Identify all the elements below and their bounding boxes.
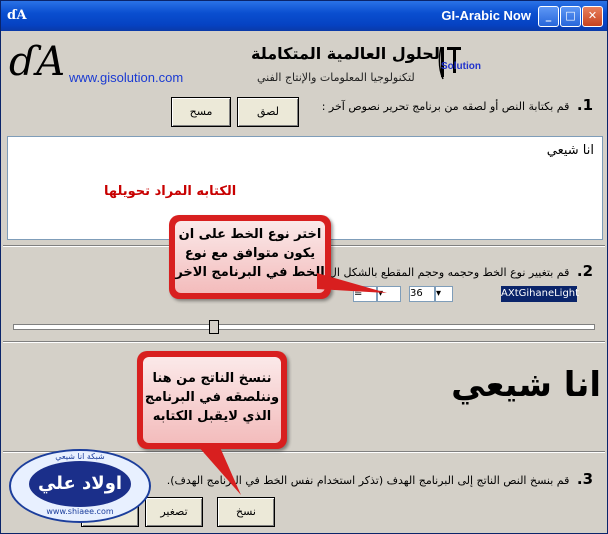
app-window: ɗA GI-Arabic Now _ □ ✕ ɗA www.gisolution… <box>0 0 608 534</box>
font-callout-pointer-icon <box>317 273 387 293</box>
slider-track <box>13 324 595 330</box>
app-icon: ɗA <box>7 8 27 23</box>
step1-instruction: 1. قم بكتابة النص أو لصقه من برنامج تحري… <box>322 96 593 114</box>
size-slider[interactable] <box>13 320 595 334</box>
output-preview: انا شيعي <box>451 365 601 405</box>
step1-number: 1. <box>576 96 593 114</box>
company-name: الحلول العالمية المتكاملة <box>251 44 446 63</box>
font-callout: اختر نوع الخط على ان يكون متوافق مع نوع … <box>169 215 331 299</box>
maximize-button[interactable]: □ <box>560 6 581 27</box>
step1-text: قم بكتابة النص أو لصقه من برنامج تحرير ن… <box>321 100 570 113</box>
close-button[interactable]: ✕ <box>582 6 603 27</box>
copy-callout-pointer-icon <box>197 445 241 495</box>
font-select[interactable]: AXtGihaneLight <box>501 286 579 302</box>
watermark-name: اولاد علي <box>29 461 131 507</box>
window-title: GI-Arabic Now <box>441 8 531 23</box>
size-dropdown-icon[interactable]: ▾ <box>435 286 453 302</box>
company-subtitle: لتكنولوجيا المعلومات والإنتاج الفني <box>257 71 415 84</box>
app-header: ɗA www.gisolution.com الحلول العالمية ال… <box>1 31 607 131</box>
copy-button[interactable]: نسخ <box>217 497 275 527</box>
copy-callout: ننسخ الناتج من هنا وننلصقه في البرنامج ا… <box>137 351 287 449</box>
paste-button[interactable]: لصق <box>237 97 299 127</box>
watermark-top: شبكة انا شيعي <box>55 452 105 461</box>
divider-2 <box>3 341 605 343</box>
gi-logo: ɗA <box>9 39 66 85</box>
slider-thumb[interactable] <box>209 320 219 334</box>
step2-number: 2. <box>576 262 593 280</box>
shrink-button[interactable]: تصغير <box>145 497 203 527</box>
minimize-button[interactable]: _ <box>538 6 559 27</box>
watermark-badge: شبكة انا شيعي اولاد علي www.shiaee.com <box>9 449 151 523</box>
solution-label: Solution <box>441 61 481 72</box>
clear-button[interactable]: مسح <box>171 97 231 127</box>
step3-number: 3. <box>576 470 593 488</box>
source-overlay-label: الكتابه المراد تحويلها <box>104 184 237 199</box>
source-text-value: انا شيعي <box>546 143 594 158</box>
font-callout-text: اختر نوع الخط على ان يكون متوافق مع نوع … <box>175 221 325 293</box>
size-value: 36 <box>410 288 423 299</box>
copy-callout-text: ننسخ الناتج من هنا وننلصقه في البرنامج ا… <box>143 357 281 443</box>
title-bar[interactable]: ɗA GI-Arabic Now _ □ ✕ <box>1 1 607 31</box>
size-combo[interactable]: 36 <box>409 286 435 302</box>
watermark-url: www.shiaee.com <box>46 507 114 516</box>
website-link[interactable]: www.gisolution.com <box>69 70 183 85</box>
